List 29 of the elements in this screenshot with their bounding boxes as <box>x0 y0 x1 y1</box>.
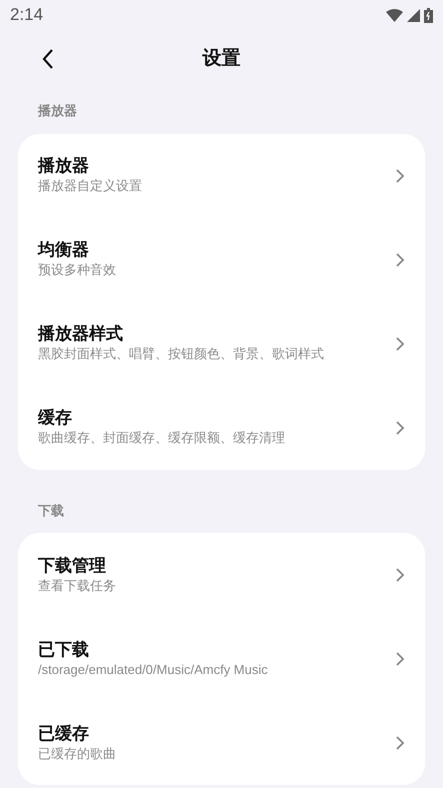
item-subtitle: 预设多种音效 <box>38 261 116 280</box>
item-subtitle: 黑胶封面样式、唱臂、按钮颜色、背景、歌词样式 <box>38 345 324 364</box>
section-label: 下载 <box>37 502 65 520</box>
status-time: 2:14 <box>10 4 44 26</box>
chevron-right-icon <box>395 252 405 268</box>
back-icon <box>41 48 55 70</box>
item-subtitle: 查看下载任务 <box>38 576 116 595</box>
item-title: 播放器 <box>38 155 90 178</box>
item-title: 缓存 <box>38 407 73 430</box>
item-title: 播放器样式 <box>38 323 124 346</box>
item-subtitle: /storage/emulated/0/Music/Amcfy Music <box>38 660 268 679</box>
chevron-right-icon <box>395 735 405 751</box>
item-subtitle: 歌曲缓存、封面缓存、缓存限额、缓存清理 <box>38 429 285 448</box>
chevron-right-icon <box>395 336 405 352</box>
chevron-right-icon <box>395 567 405 583</box>
section-label: 播放器 <box>36 103 78 121</box>
item-subtitle: 播放器自定义设置 <box>38 177 142 196</box>
chevron-right-icon <box>395 651 405 667</box>
item-subtitle: 已缓存的歌曲 <box>38 744 116 763</box>
chevron-right-icon <box>395 420 405 436</box>
item-title: 已下载 <box>38 638 90 661</box>
chevron-right-icon <box>395 168 405 184</box>
item-title: 已缓存 <box>38 722 90 745</box>
signal-icon <box>407 8 420 22</box>
page-title: 设置 <box>202 46 240 71</box>
item-title: 均衡器 <box>38 239 90 262</box>
battery-icon <box>424 8 433 22</box>
wifi-icon <box>386 8 403 22</box>
item-title: 下载管理 <box>38 554 107 577</box>
